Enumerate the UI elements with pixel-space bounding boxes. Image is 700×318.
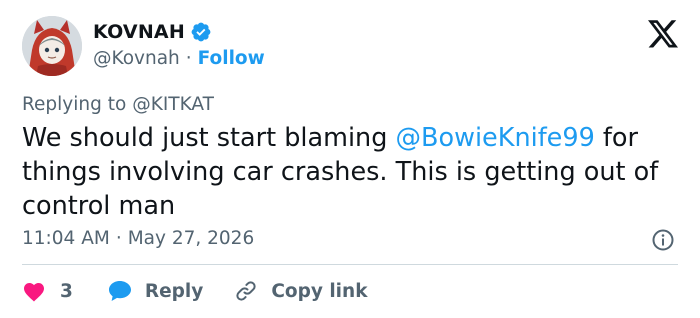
- mention-link[interactable]: @BowieKnife99: [396, 123, 595, 153]
- verified-badge-icon: [190, 21, 212, 43]
- author-name-row: KOVNAH: [93, 19, 212, 45]
- reply-context-prefix: Replying to: [22, 94, 127, 115]
- tweet-card: KOVNAH @Kovnah · Follow Replying to @KIT…: [0, 0, 700, 318]
- handle-row: @Kovnah · Follow: [93, 48, 265, 69]
- divider: [22, 264, 678, 265]
- reply-button[interactable]: Reply: [107, 279, 203, 303]
- link-icon: [233, 279, 259, 303]
- avatar[interactable]: [22, 16, 82, 76]
- reply-context-target[interactable]: @KITKAT: [132, 94, 214, 115]
- tweet-text-before: We should just start blaming: [22, 123, 396, 153]
- avatar-image: [22, 16, 82, 76]
- display-name[interactable]: KOVNAH: [93, 21, 185, 43]
- like-count: 3: [60, 280, 73, 302]
- timestamp-separator: ·: [115, 228, 122, 249]
- info-icon[interactable]: [651, 228, 675, 252]
- timestamp-row: 11:04 AM · May 27, 2026: [22, 228, 254, 249]
- follow-button[interactable]: Follow: [198, 48, 265, 69]
- x-logo-icon[interactable]: [648, 20, 678, 48]
- separator: ·: [185, 48, 192, 69]
- reply-context: Replying to @KITKAT: [22, 94, 214, 115]
- copy-link-label: Copy link: [271, 280, 368, 302]
- tweet-time[interactable]: 11:04 AM: [22, 228, 110, 249]
- speech-bubble-icon: [107, 279, 133, 303]
- tweet-date[interactable]: May 27, 2026: [128, 228, 255, 249]
- like-button[interactable]: 3: [22, 280, 73, 302]
- heart-icon: [22, 280, 46, 302]
- tweet-text: We should just start blaming @BowieKnife…: [22, 121, 682, 223]
- action-bar: 3 Reply Copy link: [22, 278, 368, 304]
- reply-label: Reply: [144, 280, 204, 302]
- copy-link-button[interactable]: Copy link: [233, 279, 368, 303]
- user-handle[interactable]: @Kovnah: [93, 48, 180, 69]
